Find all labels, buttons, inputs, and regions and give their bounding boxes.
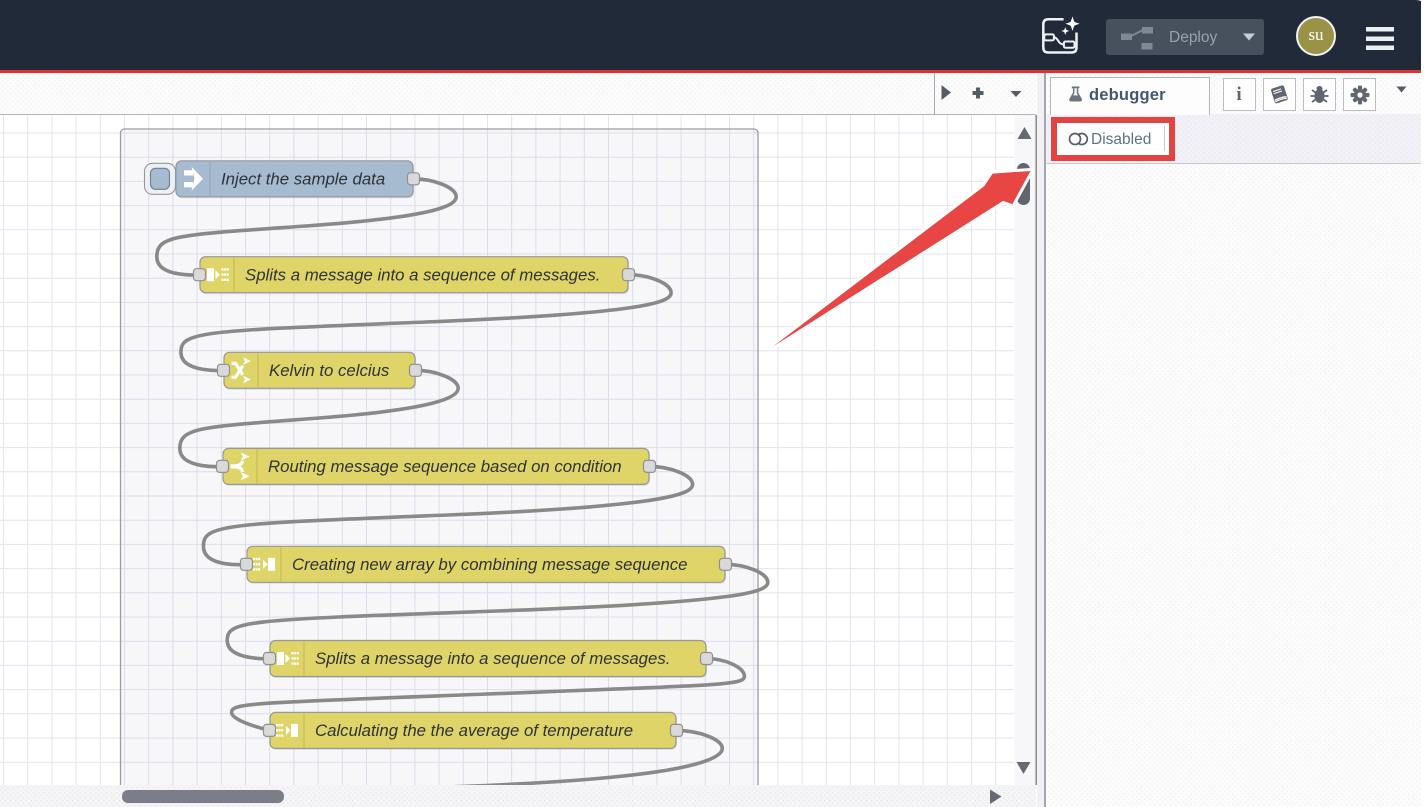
svg-text:Inject the sample data: Inject the sample data (221, 169, 385, 188)
svg-text:Calculating the the average of: Calculating the the average of temperatu… (315, 721, 633, 740)
svg-text:Deploy: Deploy (1169, 29, 1217, 46)
svg-text:Routing message sequence based: Routing message sequence based on condit… (268, 457, 622, 476)
svg-text:Creating new array by combinin: Creating new array by combining message … (292, 555, 688, 574)
svg-text:Kelvin to celcius: Kelvin to celcius (269, 361, 390, 380)
svg-text:Splits a message into a sequen: Splits a message into a sequence of mess… (245, 265, 600, 284)
svg-text:Splits a message into a sequen: Splits a message into a sequence of mess… (315, 649, 670, 668)
